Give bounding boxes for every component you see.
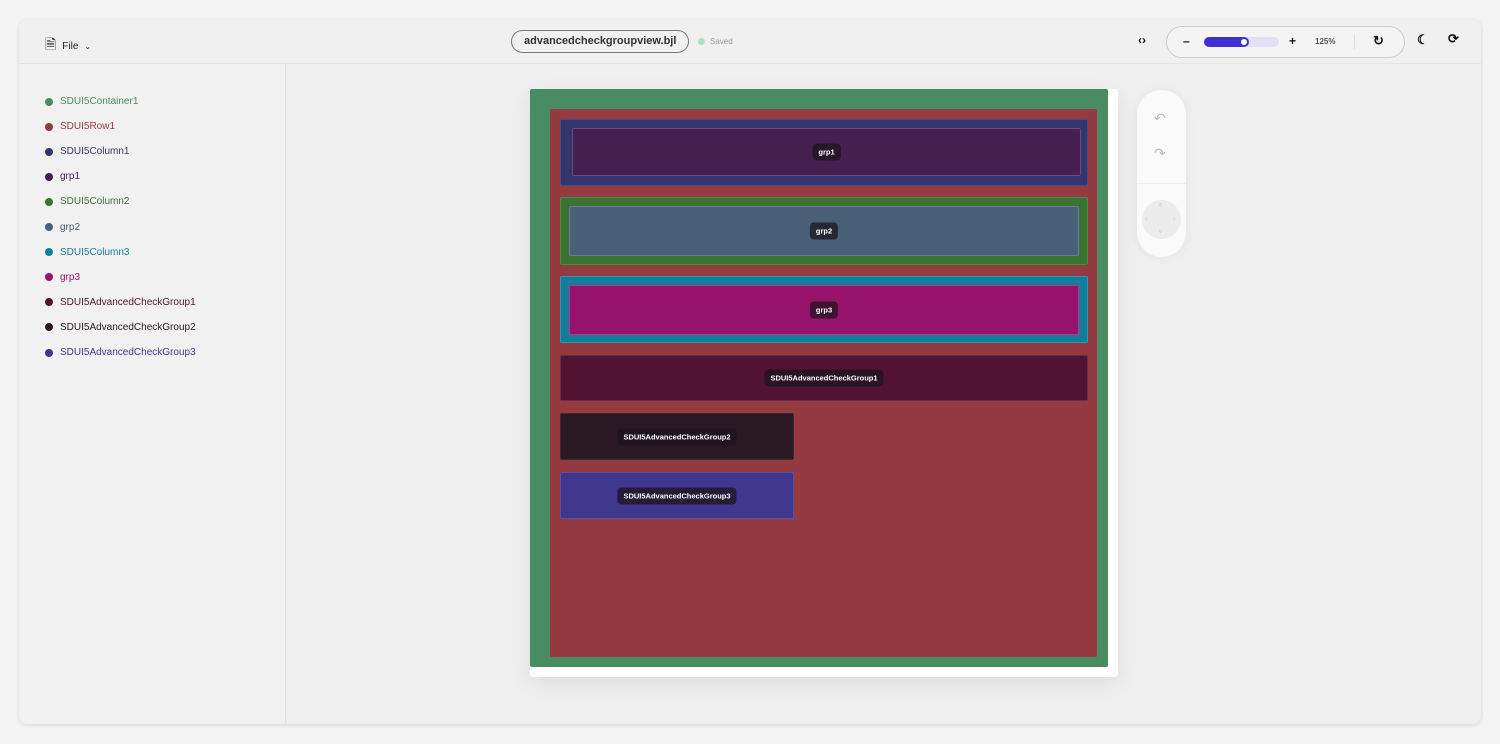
color-dot-icon [45, 248, 53, 257]
tree-item-label: grp3 [60, 271, 81, 283]
grp3[interactable]: grp3 [569, 285, 1079, 335]
tree-item[interactable]: SDUI5Container1 [45, 96, 138, 107]
tree-item[interactable]: grp1 [45, 171, 80, 182]
undo-icon[interactable]: ↶ [1154, 110, 1166, 127]
canvas-page: grp1 grp2 grp3 SDUI5AdvancedCheckGroup1 … [530, 89, 1118, 677]
tree-item-label: SDUI5Column3 [60, 246, 130, 258]
tree-item[interactable]: grp3 [45, 272, 80, 283]
redo-icon[interactable]: ↷ [1154, 145, 1166, 162]
tree-item-label: grp1 [60, 171, 81, 183]
pan-control[interactable]: ˄ ˅ ‹ › [1142, 200, 1181, 239]
color-dot-icon [45, 273, 53, 282]
sdui5column2[interactable]: grp2 [560, 197, 1088, 265]
file-menu[interactable]: 🗎 File ⌄ [45, 34, 91, 58]
tree-item[interactable]: SDUI5AdvancedCheckGroup2 [45, 322, 196, 333]
sdui5row1[interactable]: grp1 grp2 grp3 SDUI5AdvancedCheckGroup1 … [550, 109, 1097, 657]
grp2[interactable]: grp2 [569, 206, 1079, 256]
acg2-label: SDUI5AdvancedCheckGroup2 [617, 428, 737, 445]
chevron-down-icon: ⌄ [84, 41, 92, 51]
tree-item[interactable]: SDUI5Column2 [45, 196, 129, 207]
color-dot-icon [45, 323, 53, 332]
tree-item-label: SDUI5Column1 [60, 146, 130, 158]
color-dot-icon [45, 172, 53, 181]
zoom-in-button[interactable]: + [1289, 34, 1296, 48]
tree-item[interactable]: SDUI5Column1 [45, 146, 129, 157]
zoom-level: 125% [1315, 37, 1336, 46]
grp1-label: grp1 [812, 143, 841, 161]
code-icon[interactable]: ‹› [1138, 33, 1146, 47]
component-tree: SDUI5Container1 SDUI5Row1 SDUI5Column1 grp1… [19, 64, 286, 724]
sdui5column1[interactable]: grp1 [560, 119, 1088, 186]
zoom-slider[interactable] [1204, 37, 1279, 47]
sdui5advancedcheckgroup3[interactable]: SDUI5AdvancedCheckGroup3 [560, 472, 794, 519]
grp2-label: grp2 [809, 222, 839, 240]
file-label: File [62, 40, 79, 52]
sdui5advancedcheckgroup2[interactable]: SDUI5AdvancedCheckGroup2 [560, 413, 794, 460]
tree-item[interactable]: SDUI5AdvancedCheckGroup1 [45, 297, 196, 308]
tree-item[interactable]: SDUI5Column3 [45, 247, 129, 258]
sdui5column3[interactable]: grp3 [560, 276, 1088, 343]
status-text: Saved [710, 37, 733, 46]
tree-item-label: grp2 [60, 221, 81, 233]
acg1-label: SDUI5AdvancedCheckGroup1 [764, 369, 884, 387]
grp1[interactable]: grp1 [572, 128, 1081, 176]
zoom-slider-fill [1204, 37, 1249, 47]
color-dot-icon [45, 97, 53, 106]
refresh-icon[interactable]: ⟳ [1448, 31, 1459, 47]
history-panel: ↶ ↷ ˄ ˅ ‹ › [1137, 90, 1186, 257]
tree-item-label: SDUI5AdvancedCheckGroup2 [60, 321, 196, 333]
tree-item[interactable]: SDUI5Row1 [45, 121, 115, 132]
tree-item-label: SDUI5AdvancedCheckGroup1 [60, 296, 196, 308]
reset-zoom-icon[interactable]: ↻ [1373, 33, 1384, 49]
document-icon: 🗎 [45, 36, 57, 52]
sdui5advancedcheckgroup1[interactable]: SDUI5AdvancedCheckGroup1 [560, 355, 1088, 401]
zoom-out-button[interactable]: – [1183, 34, 1190, 48]
color-dot-icon [45, 348, 53, 357]
color-dot-icon [45, 197, 53, 206]
sdui5container1[interactable]: grp1 grp2 grp3 SDUI5AdvancedCheckGroup1 … [530, 89, 1108, 667]
app-window: 🗎 File ⌄ advancedcheckgroupview.bjl Save… [19, 20, 1481, 724]
color-dot-icon [45, 147, 53, 156]
color-dot-icon [45, 298, 53, 307]
toolbar: 🗎 File ⌄ advancedcheckgroupview.bjl Save… [19, 20, 1481, 64]
tree-item[interactable]: SDUI5AdvancedCheckGroup3 [45, 347, 196, 358]
color-dot-icon [45, 223, 53, 231]
filename-pill[interactable]: advancedcheckgroupview.bjl [511, 30, 690, 53]
tree-item-label: SDUI5AdvancedCheckGroup3 [60, 347, 196, 358]
dark-mode-icon[interactable]: ☾ [1417, 32, 1429, 48]
acg3-label: SDUI5AdvancedCheckGroup3 [617, 487, 737, 504]
status-dot [698, 38, 705, 45]
color-dot-icon [45, 122, 53, 131]
zoom-control: – + 125% ↻ [1166, 26, 1405, 58]
grp3-label: grp3 [809, 301, 839, 319]
tree-item-label: SDUI5Row1 [60, 121, 116, 133]
tree-item-label: SDUI5Column2 [60, 196, 130, 208]
tree-item[interactable]: grp2 [45, 222, 80, 233]
tree-item-label: SDUI5Container1 [60, 96, 139, 107]
save-status: Saved [698, 37, 733, 46]
